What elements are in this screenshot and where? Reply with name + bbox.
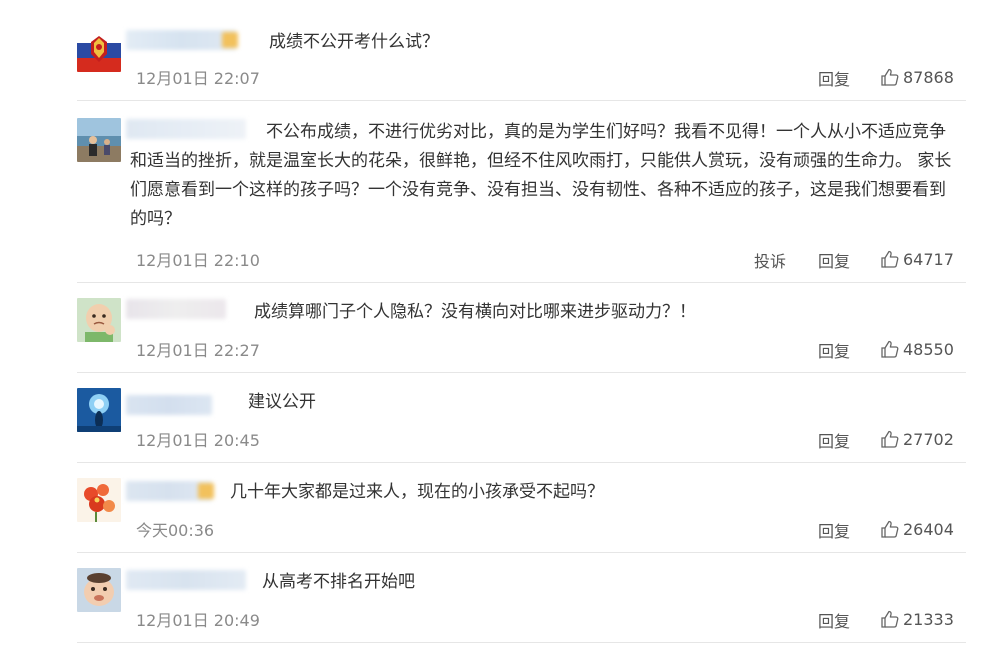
comment-text: 建议公开: [248, 392, 316, 412]
like-button[interactable]: 64717: [880, 248, 954, 270]
comment-time: 12月01日 22:10: [136, 251, 260, 270]
reply-button[interactable]: 回复: [818, 338, 850, 362]
reply-button[interactable]: 回复: [818, 66, 850, 90]
like-count: 48550: [903, 339, 954, 359]
thumbs-up-icon: [881, 430, 899, 448]
like-button[interactable]: 87868: [880, 66, 954, 88]
report-button[interactable]: 投诉: [754, 248, 786, 272]
username-blurred[interactable]: [126, 570, 246, 590]
like-count: 21333: [903, 609, 954, 629]
divider: [77, 462, 966, 463]
flag-emblem-avatar-icon: [77, 28, 121, 72]
thumbs-up-icon: [881, 610, 899, 628]
avatar[interactable]: [77, 28, 121, 72]
comment-time: 12月01日 20:45: [136, 431, 260, 450]
like-count: 27702: [903, 429, 954, 449]
like-button[interactable]: 26404: [880, 518, 954, 540]
vip-badge: [222, 32, 238, 48]
red-flower-avatar-icon: [77, 478, 121, 522]
comment-feed: 成绩不公开考什么试？ 12月01日 22:07 回复 87868 不公布成绩，不…: [0, 0, 1000, 651]
divider: [77, 552, 966, 553]
light-silhouette-avatar-icon: [77, 388, 121, 432]
thumbs-up-icon: [881, 68, 899, 86]
reply-button[interactable]: 回复: [818, 248, 850, 272]
divider: [77, 642, 966, 643]
reply-button[interactable]: 回复: [818, 428, 850, 452]
baby-fist-avatar-icon: [77, 298, 121, 342]
username-blurred[interactable]: [126, 481, 214, 501]
comment-time: 12月01日 22:07: [136, 69, 260, 88]
avatar[interactable]: [77, 298, 121, 342]
like-button[interactable]: 48550: [880, 338, 954, 360]
like-count: 64717: [903, 249, 954, 269]
thumbs-up-icon: [881, 250, 899, 268]
like-button[interactable]: 27702: [880, 428, 954, 450]
thumbs-up-icon: [881, 340, 899, 358]
comment-text: 几十年大家都是过来人，现在的小孩承受不起吗？: [230, 482, 604, 502]
avatar[interactable]: [77, 478, 121, 522]
comment-text: 从高考不排名开始吧: [262, 572, 415, 592]
seaside-person-avatar-icon: [77, 118, 121, 162]
divider: [77, 100, 966, 101]
comment-text: 成绩算哪门子个人隐私？没有横向对比哪来进步驱动力？！: [254, 302, 696, 322]
reply-button[interactable]: 回复: [818, 518, 850, 542]
comment-time: 12月01日 20:49: [136, 611, 260, 630]
avatar[interactable]: [77, 118, 121, 162]
comment-time: 12月01日 22:27: [136, 341, 260, 360]
divider: [77, 372, 966, 373]
vip-badge: [198, 483, 214, 499]
comment-text: 成绩不公开考什么试？: [269, 32, 439, 52]
comment-time: 今天00:36: [136, 521, 215, 540]
avatar[interactable]: [77, 388, 121, 432]
avatar[interactable]: [77, 568, 121, 612]
divider: [77, 282, 966, 283]
like-count: 87868: [903, 67, 954, 87]
thumbs-up-icon: [881, 520, 899, 538]
username-blurred[interactable]: [126, 30, 238, 50]
username-blurred[interactable]: [126, 395, 212, 415]
round-face-avatar-icon: [77, 568, 121, 612]
username-blurred[interactable]: [126, 299, 226, 319]
comment-text: 不公布成绩，不进行优劣对比，真的是为学生们好吗？我看不见得！一个人从小不适应竞争…: [130, 122, 952, 229]
reply-button[interactable]: 回复: [818, 608, 850, 632]
like-button[interactable]: 21333: [880, 608, 954, 630]
like-count: 26404: [903, 519, 954, 539]
